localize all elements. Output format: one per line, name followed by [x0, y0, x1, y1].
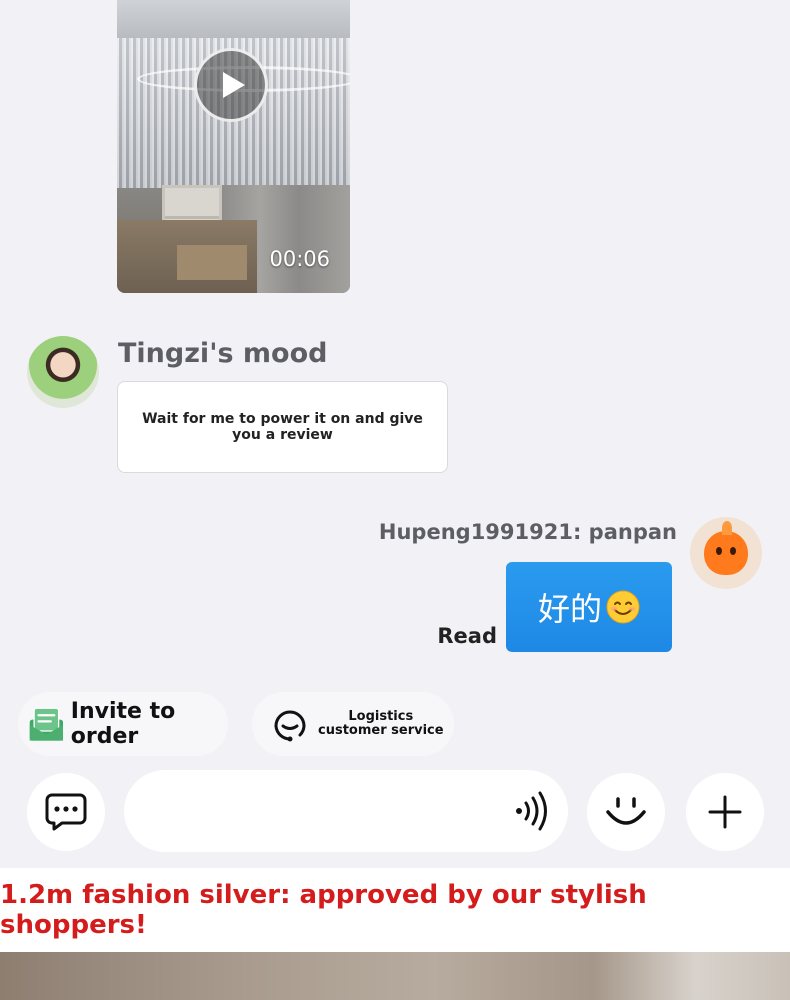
outgoing-message-bubble[interactable]: 好的 [506, 562, 672, 652]
logistics-label-line2: customer service [318, 723, 444, 738]
smile-icon [606, 797, 646, 825]
product-photo-strip [0, 952, 790, 1000]
quick-message-button[interactable] [27, 773, 105, 851]
play-icon [222, 72, 245, 98]
invite-to-order-button[interactable]: Invite to order [18, 692, 228, 756]
incoming-message-text: Wait for me to power it on and give you … [142, 411, 423, 443]
promo-text: 1.2m fashion silver: approved by our sty… [0, 880, 647, 940]
sender-avatar[interactable] [27, 336, 99, 408]
logistics-customer-service-label: Logistics customer service [318, 710, 444, 738]
read-status: Read [437, 624, 497, 648]
play-button[interactable] [194, 48, 268, 122]
invite-order-icon [29, 707, 64, 741]
mascot-eye [716, 547, 722, 555]
mascot-eye [730, 547, 736, 555]
headset-icon [274, 710, 306, 742]
chat-area: 00:06 Tingzi's mood Wait for me to power… [0, 0, 790, 868]
video-message[interactable]: 00:06 [117, 0, 350, 293]
logistics-customer-service-button[interactable]: Logistics customer service [252, 692, 454, 756]
plus-icon [708, 795, 742, 829]
voice-input-icon[interactable] [513, 790, 549, 832]
smiling-face-emoji-icon [606, 590, 640, 624]
video-thumbnail-boxes [117, 220, 257, 293]
outgoing-message-text: 好的 [537, 590, 602, 628]
emoji-button[interactable] [587, 773, 665, 851]
sender-name: Tingzi's mood [118, 338, 328, 369]
promo-banner: 1.2m fashion silver: approved by our sty… [0, 868, 790, 952]
invite-to-order-label: Invite to order [70, 699, 176, 749]
video-duration: 00:06 [269, 247, 330, 271]
logistics-label-line1: Logistics [348, 709, 414, 724]
incoming-message-bubble[interactable]: Wait for me to power it on and give you … [117, 381, 448, 473]
chat-bubble-icon [45, 793, 87, 831]
own-sender-name: Hupeng1991921: panpan [378, 520, 677, 544]
mascot-icon [704, 521, 748, 575]
video-thumbnail-ceiling [117, 0, 350, 40]
own-avatar[interactable] [690, 517, 762, 589]
more-options-button[interactable] [686, 773, 764, 851]
message-input[interactable] [124, 770, 568, 852]
